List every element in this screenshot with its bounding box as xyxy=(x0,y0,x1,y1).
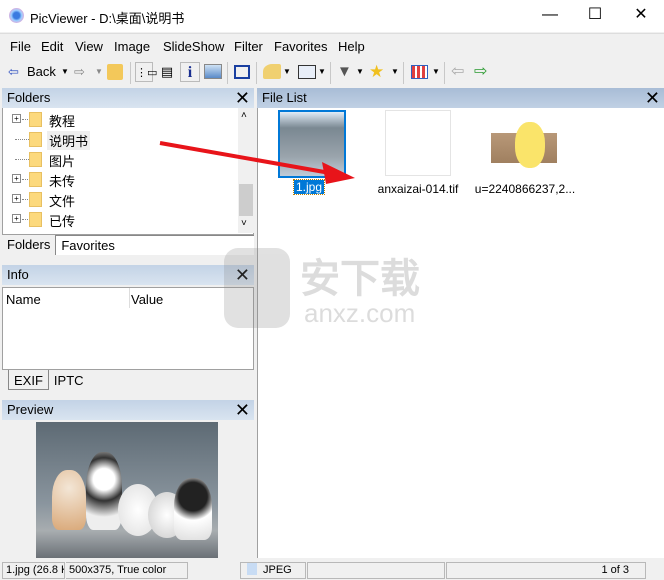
status-dimensions: 500x375, True color xyxy=(66,562,188,579)
red-arrow-annotation xyxy=(159,141,355,184)
status-format: JPEG xyxy=(240,562,306,579)
status-empty xyxy=(307,562,445,579)
file-type-icon xyxy=(247,563,257,575)
status-position: 1 of 3 xyxy=(446,562,646,579)
status-filename: 1.jpg (26.8 KB xyxy=(2,562,65,579)
